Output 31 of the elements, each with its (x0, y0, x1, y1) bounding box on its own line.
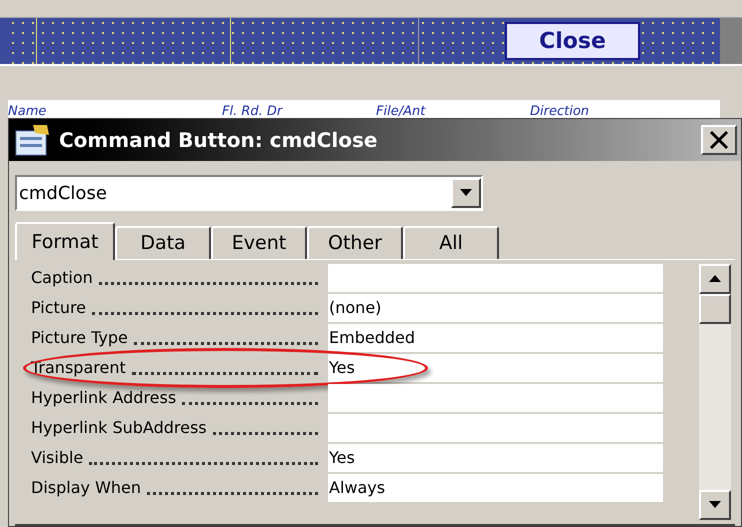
field-label: Fl. Rd. Dr (222, 105, 284, 118)
property-label: Picture Type (31, 327, 128, 349)
property-label: Transparent (31, 357, 126, 379)
property-value[interactable]: Embedded (328, 324, 663, 352)
tab[interactable]: Format (15, 222, 115, 260)
window-title: Command Button: cmdClose (59, 127, 378, 154)
tab[interactable]: Other (307, 226, 403, 259)
scrollbar[interactable] (699, 264, 731, 520)
property-label: Caption (31, 267, 93, 289)
scroll-up-icon[interactable] (709, 275, 721, 283)
field-label: Name (8, 105, 48, 118)
field-label: File/Ant (376, 105, 427, 118)
tab[interactable]: All (403, 226, 499, 259)
object-dropdown[interactable]: cmdClose (15, 175, 483, 211)
property-label: Picture (31, 297, 86, 319)
property-value[interactable]: Always (328, 474, 663, 502)
property-value[interactable]: Yes (328, 444, 663, 472)
property-value[interactable]: (none) (328, 294, 663, 322)
field-label: Direction (530, 105, 590, 118)
property-label: Display When (31, 477, 142, 499)
tab[interactable]: Event (211, 226, 307, 259)
property-label: Visible (31, 447, 84, 469)
close-icon[interactable] (701, 125, 737, 155)
close-button[interactable]: Close (505, 22, 640, 60)
tab[interactable]: Data (115, 226, 211, 259)
scroll-down-icon[interactable] (709, 501, 721, 509)
design-area-margin (720, 18, 742, 64)
property-label: Hyperlink Address (31, 387, 176, 409)
property-value[interactable]: Yes (328, 354, 663, 382)
property-label: Hyperlink SubAddress (31, 417, 207, 439)
scroll-thumb[interactable] (699, 294, 731, 324)
